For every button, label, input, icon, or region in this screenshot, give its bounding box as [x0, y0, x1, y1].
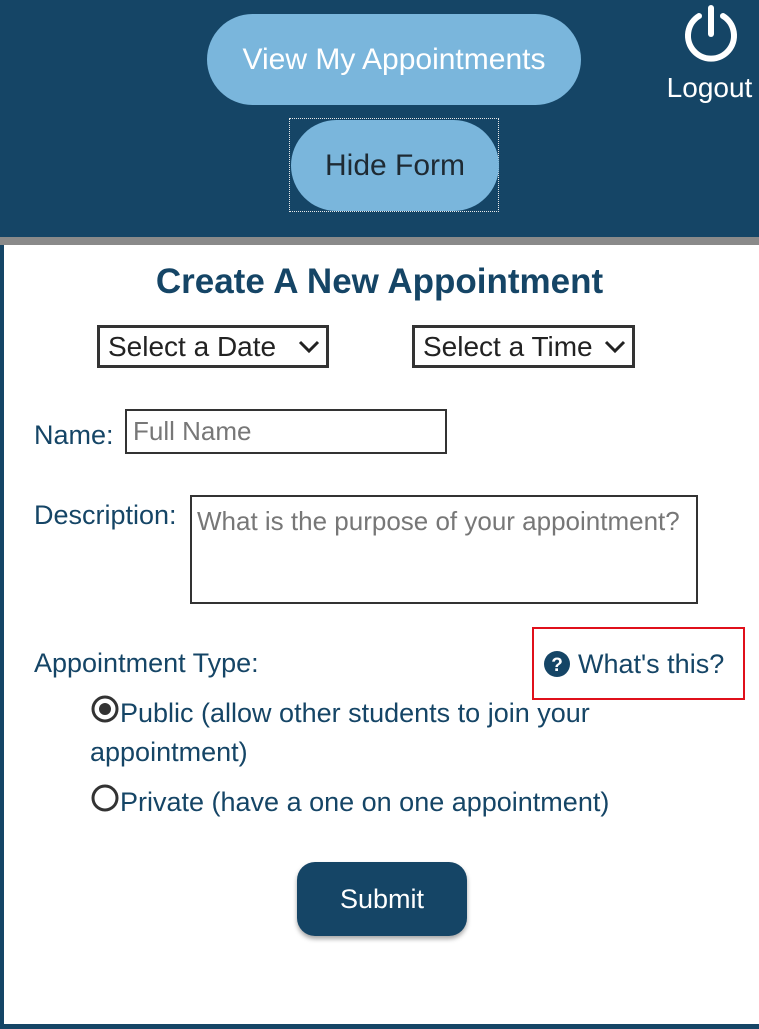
date-select[interactable]: Select a Date	[97, 325, 329, 368]
radio-option-public[interactable]: Public (allow other students to join you…	[90, 694, 650, 772]
radio-selected-icon	[91, 695, 119, 723]
power-icon	[685, 5, 737, 62]
logout-button[interactable]: Logout	[660, 0, 759, 110]
header-divider	[0, 237, 759, 245]
description-input[interactable]	[190, 495, 698, 604]
name-input[interactable]	[125, 409, 447, 454]
radio-unselected-icon	[91, 784, 119, 812]
description-label: Description:	[34, 500, 177, 530]
radio-option-public-label: Public (allow other students to join you…	[90, 698, 590, 767]
form-left-border	[0, 245, 4, 1029]
form-title: Create A New Appointment	[155, 262, 604, 301]
logout-label: Logout	[666, 72, 753, 103]
submit-button[interactable]: Submit	[297, 862, 467, 936]
time-select[interactable]: Select a Time	[412, 325, 635, 368]
whats-this-label: What's this?	[578, 649, 725, 679]
hide-form-button[interactable]: Hide Form	[291, 120, 499, 211]
name-label: Name:	[34, 420, 114, 450]
radio-option-private[interactable]: Private (have a one on one appointment)	[90, 783, 650, 822]
date-select-value: Select a Date	[108, 331, 277, 362]
whats-this-link[interactable]: ? What's this?	[532, 627, 745, 700]
chevron-down-icon	[604, 340, 626, 354]
radio-option-private-label: Private (have a one on one appointment)	[120, 787, 610, 817]
appointment-type-label: Appointment Type:	[34, 648, 259, 678]
form-bottom-border	[0, 1024, 759, 1029]
question-circle-icon: ?	[544, 651, 570, 677]
svg-text:?: ?	[551, 655, 563, 676]
chevron-down-icon	[298, 340, 320, 354]
time-select-value: Select a Time	[423, 331, 593, 362]
view-my-appointments-button[interactable]: View My Appointments	[207, 14, 581, 105]
